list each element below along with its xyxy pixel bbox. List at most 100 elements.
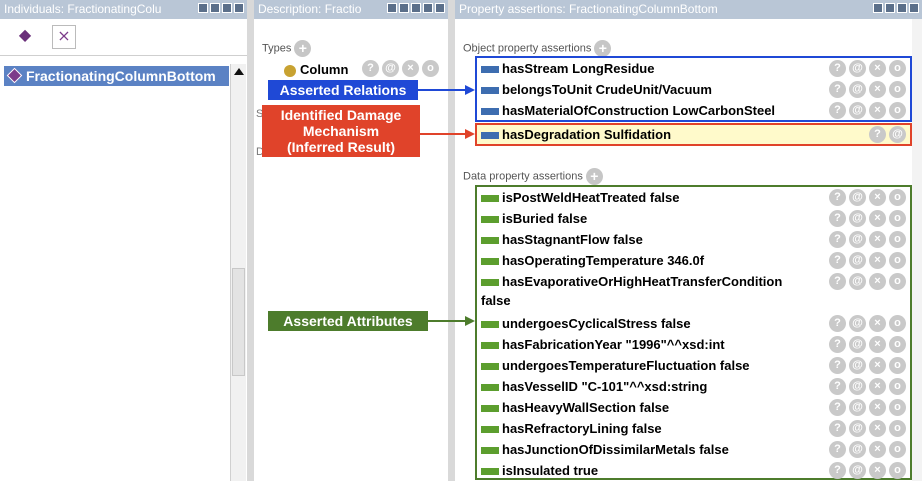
edit-icon[interactable]: o bbox=[889, 81, 906, 98]
add-data-assertion-icon[interactable]: + bbox=[585, 168, 603, 185]
data-assertion-row[interactable]: isBuried false? @ × o bbox=[477, 208, 908, 229]
window-controls[interactable] bbox=[198, 3, 244, 13]
minimize-icon[interactable] bbox=[210, 3, 220, 13]
data-assertion-row[interactable]: hasVesselID "C-101"^^xsd:string? @ × o bbox=[477, 376, 908, 397]
restore-icon[interactable] bbox=[198, 3, 208, 13]
individuals-scrollbar[interactable] bbox=[230, 64, 246, 481]
edit-icon[interactable]: o bbox=[889, 273, 906, 290]
close-icon[interactable] bbox=[234, 3, 244, 13]
delete-icon[interactable]: × bbox=[402, 60, 419, 77]
annotate-icon[interactable]: @ bbox=[849, 336, 866, 353]
edit-icon[interactable]: o bbox=[889, 60, 906, 77]
explain-icon[interactable]: ? bbox=[829, 252, 846, 269]
edit-icon[interactable]: o bbox=[889, 378, 906, 395]
annotate-icon[interactable]: @ bbox=[849, 315, 866, 332]
window-controls[interactable] bbox=[873, 3, 919, 13]
delete-icon[interactable]: × bbox=[869, 273, 886, 290]
annotate-icon[interactable]: @ bbox=[849, 210, 866, 227]
data-assertion-row[interactable]: undergoesCyclicalStress false? @ × o bbox=[477, 313, 908, 334]
annotate-icon[interactable]: @ bbox=[849, 231, 866, 248]
restore-icon[interactable] bbox=[873, 3, 883, 13]
delete-icon[interactable]: × bbox=[869, 336, 886, 353]
explain-icon[interactable]: ? bbox=[829, 210, 846, 227]
annotate-icon[interactable]: @ bbox=[849, 399, 866, 416]
explain-icon[interactable]: ? bbox=[829, 462, 846, 479]
delete-icon[interactable]: × bbox=[869, 210, 886, 227]
add-type-icon[interactable]: + bbox=[294, 40, 312, 57]
annotate-icon[interactable]: @ bbox=[849, 462, 866, 479]
annotate-icon[interactable]: @ bbox=[382, 60, 399, 77]
edit-icon[interactable]: o bbox=[889, 420, 906, 437]
delete-icon[interactable]: × bbox=[869, 378, 886, 395]
annotate-icon[interactable]: @ bbox=[849, 378, 866, 395]
edit-icon[interactable]: o bbox=[889, 441, 906, 458]
delete-icon[interactable]: × bbox=[869, 252, 886, 269]
delete-icon[interactable]: × bbox=[869, 441, 886, 458]
inferred-assertion-row[interactable]: hasDegradation Sulfidation? @ bbox=[477, 124, 908, 145]
data-assertion-row[interactable]: isInsulated true? @ × o bbox=[477, 460, 908, 481]
edit-icon[interactable]: o bbox=[889, 357, 906, 374]
data-assertion-row[interactable]: hasStagnantFlow false? @ × o bbox=[477, 229, 908, 250]
delete-icon[interactable]: × bbox=[869, 315, 886, 332]
help-icon[interactable] bbox=[387, 3, 397, 13]
edit-icon[interactable]: o bbox=[889, 102, 906, 119]
add-individual-icon[interactable]: ◆ bbox=[14, 25, 36, 47]
annotate-icon[interactable]: @ bbox=[849, 357, 866, 374]
data-assertion-row[interactable]: hasHeavyWallSection false? @ × o bbox=[477, 397, 908, 418]
delete-icon[interactable]: × bbox=[869, 357, 886, 374]
annotate-icon[interactable]: @ bbox=[849, 420, 866, 437]
data-assertion-row[interactable]: hasJunctionOfDissimilarMetals false? @ × o bbox=[477, 439, 908, 460]
annotate-icon[interactable]: @ bbox=[849, 189, 866, 206]
property-scrollbar[interactable] bbox=[912, 19, 922, 481]
explain-icon[interactable]: ? bbox=[829, 315, 846, 332]
explain-icon[interactable]: ? bbox=[829, 357, 846, 374]
delete-icon[interactable]: × bbox=[869, 102, 886, 119]
annotate-icon[interactable]: @ bbox=[889, 126, 906, 143]
explain-icon[interactable]: ? bbox=[829, 378, 846, 395]
panel-divider[interactable] bbox=[448, 0, 455, 481]
restore-icon[interactable] bbox=[399, 3, 409, 13]
edit-icon[interactable]: o bbox=[889, 336, 906, 353]
explain-icon[interactable]: ? bbox=[829, 420, 846, 437]
delete-icon[interactable]: × bbox=[869, 420, 886, 437]
explain-icon[interactable]: ? bbox=[829, 231, 846, 248]
data-assertion-row[interactable]: isPostWeldHeatTreated false? @ × o bbox=[477, 187, 908, 208]
close-icon[interactable] bbox=[435, 3, 445, 13]
delete-icon[interactable]: × bbox=[869, 189, 886, 206]
scroll-up-arrow-icon[interactable] bbox=[234, 68, 244, 75]
annotate-icon[interactable]: @ bbox=[849, 273, 866, 290]
maximize-icon[interactable] bbox=[897, 3, 907, 13]
data-assertion-row[interactable]: hasOperatingTemperature 346.0f? @ × o bbox=[477, 250, 908, 271]
delete-icon[interactable]: × bbox=[869, 231, 886, 248]
explain-icon[interactable]: ? bbox=[362, 60, 379, 77]
annotate-icon[interactable]: @ bbox=[849, 441, 866, 458]
maximize-icon[interactable] bbox=[423, 3, 433, 13]
explain-icon[interactable]: ? bbox=[829, 81, 846, 98]
close-icon[interactable] bbox=[909, 3, 919, 13]
data-assertion-row[interactable]: hasFabricationYear "1996"^^xsd:int? @ × o bbox=[477, 334, 908, 355]
data-assertion-row[interactable]: hasEvaporativeOrHighHeatTransferConditio… bbox=[477, 271, 908, 311]
add-object-assertion-icon[interactable]: + bbox=[594, 40, 612, 57]
explain-icon[interactable]: ? bbox=[829, 441, 846, 458]
data-assertion-row[interactable]: hasRefractoryLining false? @ × o bbox=[477, 418, 908, 439]
edit-icon[interactable]: o bbox=[889, 252, 906, 269]
edit-icon[interactable]: o bbox=[889, 210, 906, 227]
delete-icon[interactable]: × bbox=[869, 399, 886, 416]
explain-icon[interactable]: ? bbox=[829, 189, 846, 206]
annotate-icon[interactable]: @ bbox=[849, 102, 866, 119]
minimize-icon[interactable] bbox=[885, 3, 895, 13]
edit-icon[interactable]: o bbox=[889, 462, 906, 479]
edit-icon[interactable]: o bbox=[889, 189, 906, 206]
annotate-icon[interactable]: @ bbox=[849, 60, 866, 77]
object-assertion-row[interactable]: hasMaterialOfConstruction LowCarbonSteel… bbox=[477, 100, 908, 121]
maximize-icon[interactable] bbox=[222, 3, 232, 13]
delete-individual-icon[interactable]: ⨯ bbox=[52, 25, 76, 49]
edit-icon[interactable]: o bbox=[889, 399, 906, 416]
window-controls[interactable] bbox=[387, 3, 445, 13]
panel-divider[interactable] bbox=[247, 0, 254, 481]
explain-icon[interactable]: ? bbox=[869, 126, 886, 143]
delete-icon[interactable]: × bbox=[869, 462, 886, 479]
delete-icon[interactable]: × bbox=[869, 60, 886, 77]
explain-icon[interactable]: ? bbox=[829, 60, 846, 77]
type-row[interactable]: Column bbox=[284, 62, 348, 77]
